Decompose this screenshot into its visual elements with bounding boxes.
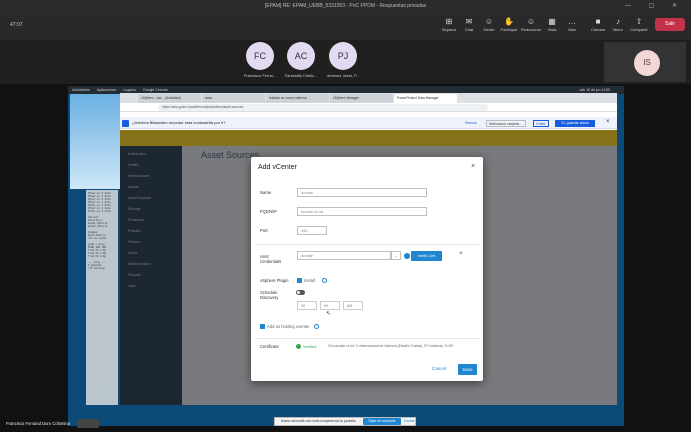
os-activities[interactable]: Actividades (72, 88, 90, 92)
browser-tab-active[interactable]: PowerProtect Data Manager (394, 94, 457, 103)
password-save-button[interactable]: Sí, guardar ahora (555, 120, 595, 127)
stop-sharing-button[interactable]: Dejar de compartir (363, 418, 401, 425)
people-icon: ☺ (484, 17, 494, 26)
port-field[interactable]: 443 (297, 226, 327, 235)
add-hosting-checkbox[interactable] (260, 324, 265, 329)
people-button[interactable]: ☺ Gente (478, 17, 500, 32)
share-notification-text: teams.microsoft.com está compartiendo tu… (281, 419, 356, 423)
ampm-select[interactable]: AM (343, 301, 363, 310)
cancel-button[interactable]: Cancel (432, 366, 446, 371)
password-prompt-text: ¿Debería Bitwarden recordar esta contras… (132, 120, 226, 125)
info-icon[interactable] (314, 324, 319, 329)
info-icon[interactable] (322, 278, 327, 283)
address-field[interactable]: https://cdsi.ppdm.local/#/home/protectio… (158, 104, 488, 111)
self-avatar: IS (634, 50, 660, 76)
certificate-status: Verified (303, 344, 317, 349)
chat-button[interactable]: ✉ Chat (458, 17, 480, 32)
desktop-wallpaper (70, 94, 120, 189)
chevron-down-icon[interactable]: ⌄ (391, 251, 401, 260)
separate-button[interactable]: ⊞ Separar (438, 17, 460, 32)
browser-tab[interactable]: www (202, 94, 265, 103)
avatar[interactable]: AC (287, 42, 315, 70)
raise-hand-button[interactable]: ✋ Participar (498, 17, 520, 32)
terminal-window: Dfusr-in 2 data Dfusr-in 3 data Dfusr-in 2… (86, 190, 118, 405)
toggle-knob (297, 291, 300, 294)
folder-select[interactable]: Seleccione carpeta... (486, 120, 526, 127)
terminal-line: rtt min/avg (88, 267, 105, 270)
avatar[interactable]: PJ (329, 42, 357, 70)
install-checkbox[interactable] (297, 278, 302, 283)
chat-icon: ✉ (465, 17, 473, 26)
fqdn-label: FQDN/IP (260, 209, 277, 214)
verify-cert-button[interactable]: Verify Cert (411, 251, 442, 261)
mouse-cursor-icon: ↖ (326, 311, 332, 317)
install-option-label: Install (304, 278, 315, 283)
password-never-link[interactable]: Nunca (465, 120, 477, 125)
vsphere-plugin-label: vSphere Plugin (260, 278, 289, 283)
leave-button[interactable]: Salir (655, 18, 685, 31)
add-hosting-label: Add as hosting vcenter (267, 324, 310, 329)
window-title: [EPAM] RE: EPAM_UEBB_5331053 - PoC PPDM … (264, 3, 427, 9)
dialog-title: Add vCenter (258, 164, 297, 171)
check-icon (296, 344, 301, 349)
close-icon[interactable]: × (606, 119, 610, 125)
divider (255, 244, 479, 245)
port-label: Port (260, 228, 268, 233)
browser-tab[interactable]: vSphere - vce... (Actividad) (138, 94, 201, 103)
more-button[interactable]: … Más (561, 17, 583, 32)
camera-button[interactable]: ■ Cámara (587, 17, 609, 32)
react-button[interactable]: ☺ Reaccionar (520, 17, 542, 32)
bitwarden-icon (122, 120, 129, 127)
browser-tab[interactable]: vSphere Manager (330, 94, 393, 103)
minute-select[interactable]: 00 (320, 301, 340, 310)
view-button[interactable]: ▦ Vista (541, 17, 563, 32)
hand-icon: ✋ (504, 17, 514, 26)
browser-tab[interactable]: Instalar un nuevo sistema (266, 94, 329, 103)
share-button[interactable]: ⇧ Compartir (628, 17, 650, 32)
title-bar: [EPAM] RE: EPAM_UEBB_5331053 - PoC PPDM … (0, 0, 691, 14)
meeting-timer: 47:07 (10, 22, 23, 28)
schedule-discovery-label: Schedule Discovery (260, 290, 279, 300)
mic-button[interactable]: ♪ Micro (607, 17, 629, 32)
password-edit-button[interactable]: Editar (533, 120, 549, 127)
os-applications[interactable]: Aplicaciones (97, 88, 117, 92)
presenter-control[interactable] (77, 419, 99, 428)
hide-link[interactable]: Ocultar (404, 419, 415, 423)
info-icon[interactable] (404, 253, 410, 259)
host-credentials-label: Host Credentials (260, 254, 282, 264)
certificate-detail: CN=dcvsde.cx.int, C=Internacional de Val… (328, 344, 454, 348)
terminal-output: Dfusr-in 2 data Dfusr-in 3 data Dfusr-in 2… (88, 192, 116, 270)
certificate-label: Certificate (260, 344, 279, 349)
avatar[interactable]: FC (246, 42, 274, 70)
more-icon: … (568, 17, 576, 26)
browser-tabs: vSphere - vce... (Actividad) www Instala… (120, 93, 617, 103)
os-chrome[interactable]: Google Chrome (143, 88, 168, 92)
close-icon[interactable]: × (459, 251, 463, 257)
fqdn-field[interactable]: dcvsde.cx.int (297, 207, 427, 216)
mic-icon: ♪ (616, 17, 620, 26)
name-label: Name (260, 190, 272, 195)
host-credentials-select[interactable]: dcvsde (297, 251, 391, 260)
name-field[interactable]: dcvsde (297, 188, 427, 197)
participant-name: Jimenez Jesst, P... (326, 73, 360, 78)
os-places[interactable]: Lugares (123, 88, 136, 92)
divider (255, 338, 479, 339)
separate-icon: ⊞ (445, 17, 453, 26)
close-icon[interactable]: × (471, 163, 475, 170)
grid-icon: ▦ (548, 17, 556, 26)
smile-icon: ☺ (526, 17, 536, 26)
save-button[interactable]: Save (458, 364, 477, 375)
camera-icon: ■ (595, 17, 601, 26)
share-icon: ⇧ (635, 17, 643, 26)
hour-select[interactable]: 00 (297, 301, 317, 310)
window-controls[interactable]: — ▢ ✕ (625, 2, 685, 9)
